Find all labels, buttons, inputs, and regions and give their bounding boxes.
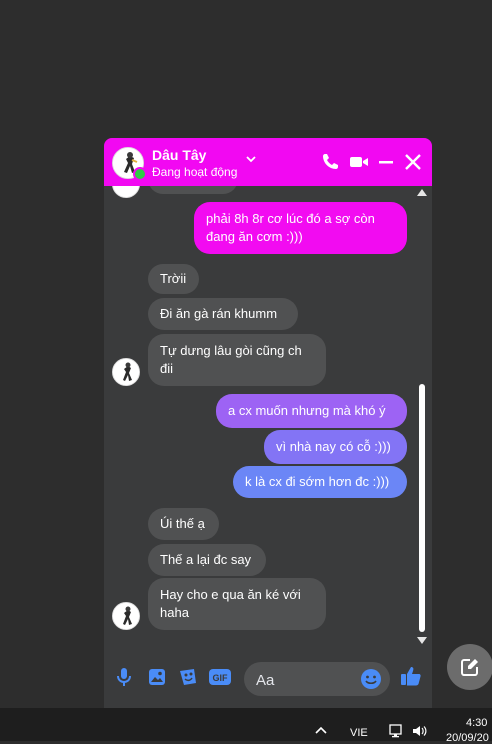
message-list[interactable]: phải 8h 8r cơ lúc đó a sợ còn đang ăn cơ… <box>104 186 432 648</box>
scrollbar-thumb[interactable] <box>419 384 425 632</box>
avatar[interactable] <box>112 186 140 198</box>
thumbs-up-icon[interactable] <box>399 664 423 688</box>
chat-header[interactable]: Dâu Tây Đang hoạt động <box>104 138 432 186</box>
scroll-down-arrow-icon[interactable] <box>417 637 427 644</box>
message-bubble-in[interactable]: Tự dưng lâu gòi cũng ch đii <box>148 334 326 386</box>
scroll-up-arrow-icon[interactable] <box>417 189 427 196</box>
message-composer: GIF <box>104 648 432 708</box>
chevron-down-icon[interactable] <box>244 152 258 166</box>
sticker-icon[interactable] <box>177 666 199 688</box>
chevron-up-icon[interactable] <box>314 725 328 735</box>
message-bubble-in[interactable]: Hay cho e qua ăn ké với haha <box>148 578 326 630</box>
svg-text:GIF: GIF <box>213 673 229 683</box>
message-bubble-partial <box>148 186 238 194</box>
gif-icon[interactable]: GIF <box>208 666 232 688</box>
message-bubble-in[interactable]: Trờii <box>148 264 199 294</box>
message-input[interactable] <box>254 668 358 692</box>
video-icon[interactable] <box>348 152 370 172</box>
message-input-box[interactable] <box>244 662 390 696</box>
compose-icon <box>461 659 478 676</box>
online-status-dot <box>133 167 147 181</box>
phone-icon[interactable] <box>320 152 340 172</box>
message-bubble-in[interactable]: Đi ăn gà rán khumm <box>148 298 298 330</box>
avatar[interactable] <box>112 602 140 630</box>
new-message-button[interactable] <box>447 644 492 690</box>
message-bubble-in[interactable]: Thế a lại đc say <box>148 544 266 576</box>
clock-time[interactable]: 4:30 <box>466 717 487 729</box>
emoji-icon[interactable] <box>360 668 382 690</box>
message-bubble-out[interactable]: vì nhà nay có cỗ :))) <box>264 430 407 464</box>
message-bubble-out[interactable]: a cx muốn nhưng mà khó ý <box>216 394 407 428</box>
language-indicator[interactable]: VIE <box>350 727 368 739</box>
volume-icon[interactable] <box>411 724 427 738</box>
network-icon[interactable] <box>389 723 405 739</box>
chat-window: Dâu Tây Đang hoạt động phải 8h 8r cơ lúc… <box>104 138 432 708</box>
minimize-icon[interactable] <box>377 152 395 172</box>
microphone-icon[interactable] <box>116 666 132 688</box>
message-bubble-out[interactable]: k là cx đi sớm hơn đc :))) <box>233 466 407 498</box>
message-bubble-out[interactable]: phải 8h 8r cơ lúc đó a sợ còn đang ăn cơ… <box>194 202 407 254</box>
contact-status: Đang hoạt động <box>152 165 238 179</box>
close-icon[interactable] <box>403 152 423 172</box>
avatar[interactable] <box>112 358 140 386</box>
message-bubble-in[interactable]: Úi thế ạ <box>148 508 219 540</box>
clock-date[interactable]: 20/09/20 <box>446 732 489 744</box>
taskbar: VIE 4:30 20/09/20 <box>0 708 492 744</box>
contact-name[interactable]: Dâu Tây <box>152 147 206 163</box>
image-icon[interactable] <box>146 666 168 688</box>
